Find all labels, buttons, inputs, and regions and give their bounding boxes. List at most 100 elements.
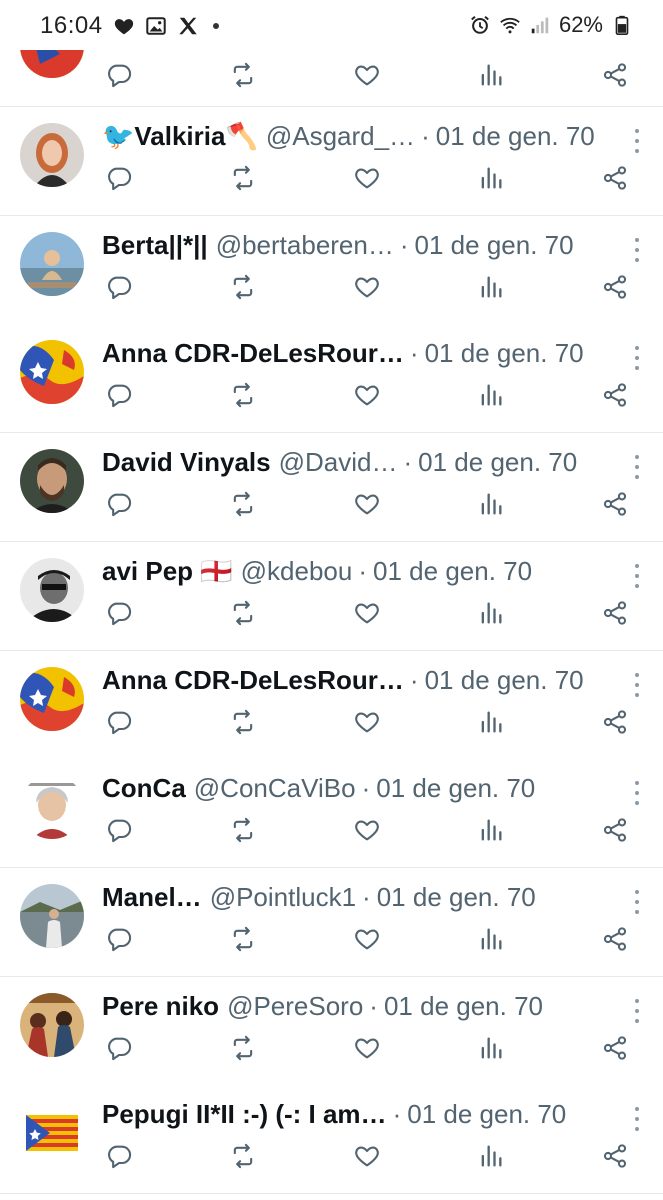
retweet-icon[interactable] [228, 380, 258, 410]
share-icon[interactable] [600, 598, 630, 628]
like-icon[interactable] [352, 924, 382, 954]
tweet-row[interactable]: Berta||*|| @bertaberen… · 01 de gen. 70 [0, 215, 663, 325]
share-icon[interactable] [600, 60, 630, 90]
share-icon[interactable] [600, 707, 630, 737]
display-name[interactable]: Anna CDR-DeLesRour… [102, 665, 404, 696]
like-icon[interactable] [352, 489, 382, 519]
tweet-date[interactable]: 01 de gen. 70 [377, 882, 536, 913]
display-name[interactable]: Berta||*|| [102, 230, 208, 261]
tweet-date[interactable]: 01 de gen. 70 [436, 121, 595, 152]
tweet-row[interactable]: ConCa @ConCaViBo · 01 de gen. 70 [0, 759, 663, 869]
avatar[interactable] [20, 557, 84, 622]
retweet-icon[interactable] [228, 1141, 258, 1171]
reply-icon[interactable] [104, 60, 134, 90]
display-name[interactable]: avi Pep 🏴󠁧󠁢󠁥󠁮󠁧󠁿 [102, 556, 233, 587]
display-name[interactable]: Pere niko [102, 991, 219, 1022]
tweet-date[interactable]: 01 de gen. 70 [384, 991, 543, 1022]
user-handle[interactable]: @PereSoro [227, 991, 363, 1022]
share-icon[interactable] [600, 924, 630, 954]
retweet-icon[interactable] [228, 163, 258, 193]
reply-icon[interactable] [104, 163, 134, 193]
user-handle[interactable]: @ConCaViBo [194, 773, 356, 804]
user-handle[interactable]: @kdebou [241, 556, 353, 587]
avatar[interactable] [20, 666, 84, 731]
tweet-date[interactable]: 01 de gen. 70 [373, 556, 532, 587]
reply-icon[interactable] [104, 489, 134, 519]
like-icon[interactable] [352, 1141, 382, 1171]
share-icon[interactable] [600, 272, 630, 302]
tweet-date[interactable]: 01 de gen. 70 [376, 773, 535, 804]
display-name[interactable]: David Vinyals [102, 447, 271, 478]
tweet-row[interactable]: David Vinyals @David… · 01 de gen. 70 [0, 433, 663, 543]
display-name[interactable]: Anna CDR-DeLesRour… [102, 338, 404, 369]
avatar[interactable] [20, 231, 84, 296]
share-icon[interactable] [600, 815, 630, 845]
tweet-row[interactable]: Manel… @Pointluck1 · 01 de gen. 70 [0, 867, 663, 977]
like-icon[interactable] [352, 815, 382, 845]
retweet-icon[interactable] [228, 489, 258, 519]
views-icon[interactable] [476, 815, 506, 845]
share-icon[interactable] [600, 163, 630, 193]
avatar[interactable] [20, 449, 84, 514]
more-options-icon[interactable] [631, 672, 643, 697]
more-options-icon[interactable] [631, 455, 643, 480]
more-options-icon[interactable] [631, 998, 643, 1023]
more-options-icon[interactable] [631, 237, 643, 262]
views-icon[interactable] [476, 1033, 506, 1063]
share-icon[interactable] [600, 489, 630, 519]
retweet-icon[interactable] [228, 60, 258, 90]
retweet-icon[interactable] [228, 598, 258, 628]
reply-icon[interactable] [104, 815, 134, 845]
more-options-icon[interactable] [631, 129, 643, 153]
avatar[interactable] [20, 775, 84, 840]
reply-icon[interactable] [104, 380, 134, 410]
user-handle[interactable]: @Pointluck1 [210, 882, 356, 913]
tweet-row-partial[interactable] [0, 14, 663, 107]
views-icon[interactable] [476, 380, 506, 410]
views-icon[interactable] [476, 924, 506, 954]
reply-icon[interactable] [104, 1141, 134, 1171]
tweet-row[interactable]: Pere niko @PereSoro · 01 de gen. 70 [0, 976, 663, 1086]
views-icon[interactable] [476, 598, 506, 628]
user-handle[interactable]: @bertaberen… [216, 230, 394, 261]
views-icon[interactable] [476, 489, 506, 519]
retweet-icon[interactable] [228, 815, 258, 845]
tweet-row[interactable]: Anna CDR-DeLesRour… · 01 de gen. 70 [0, 650, 663, 760]
more-options-icon[interactable] [631, 889, 643, 914]
like-icon[interactable] [352, 598, 382, 628]
share-icon[interactable] [600, 380, 630, 410]
views-icon[interactable] [476, 60, 506, 90]
avatar[interactable] [20, 883, 84, 948]
like-icon[interactable] [352, 380, 382, 410]
views-icon[interactable] [476, 1141, 506, 1171]
display-name[interactable]: 🐦Valkiria🪓 [102, 121, 258, 152]
tweet-date[interactable]: 01 de gen. 70 [415, 230, 574, 261]
display-name[interactable]: ConCa [102, 773, 186, 804]
like-icon[interactable] [352, 163, 382, 193]
like-icon[interactable] [352, 707, 382, 737]
reply-icon[interactable] [104, 598, 134, 628]
tweet-date[interactable]: 01 de gen. 70 [418, 447, 577, 478]
retweet-icon[interactable] [228, 272, 258, 302]
retweet-icon[interactable] [228, 707, 258, 737]
like-icon[interactable] [352, 272, 382, 302]
retweet-icon[interactable] [228, 1033, 258, 1063]
more-options-icon[interactable] [631, 346, 643, 371]
tweet-row[interactable]: Anna CDR-DeLesRour… · 01 de gen. 70 [0, 324, 663, 434]
user-handle[interactable]: @Asgard_… [266, 121, 415, 152]
reply-icon[interactable] [104, 272, 134, 302]
like-icon[interactable] [352, 1033, 382, 1063]
display-name[interactable]: Pepugi II*II :-) (-: I am… [102, 1099, 387, 1130]
reply-icon[interactable] [104, 707, 134, 737]
share-icon[interactable] [600, 1141, 630, 1171]
views-icon[interactable] [476, 163, 506, 193]
like-icon[interactable] [352, 60, 382, 90]
display-name[interactable]: Manel… [102, 882, 202, 913]
tweet-date[interactable]: 01 de gen. 70 [407, 1099, 566, 1130]
avatar[interactable] [20, 340, 84, 405]
more-options-icon[interactable] [631, 781, 643, 806]
views-icon[interactable] [476, 272, 506, 302]
retweet-icon[interactable] [228, 924, 258, 954]
views-icon[interactable] [476, 707, 506, 737]
avatar[interactable] [20, 992, 84, 1057]
